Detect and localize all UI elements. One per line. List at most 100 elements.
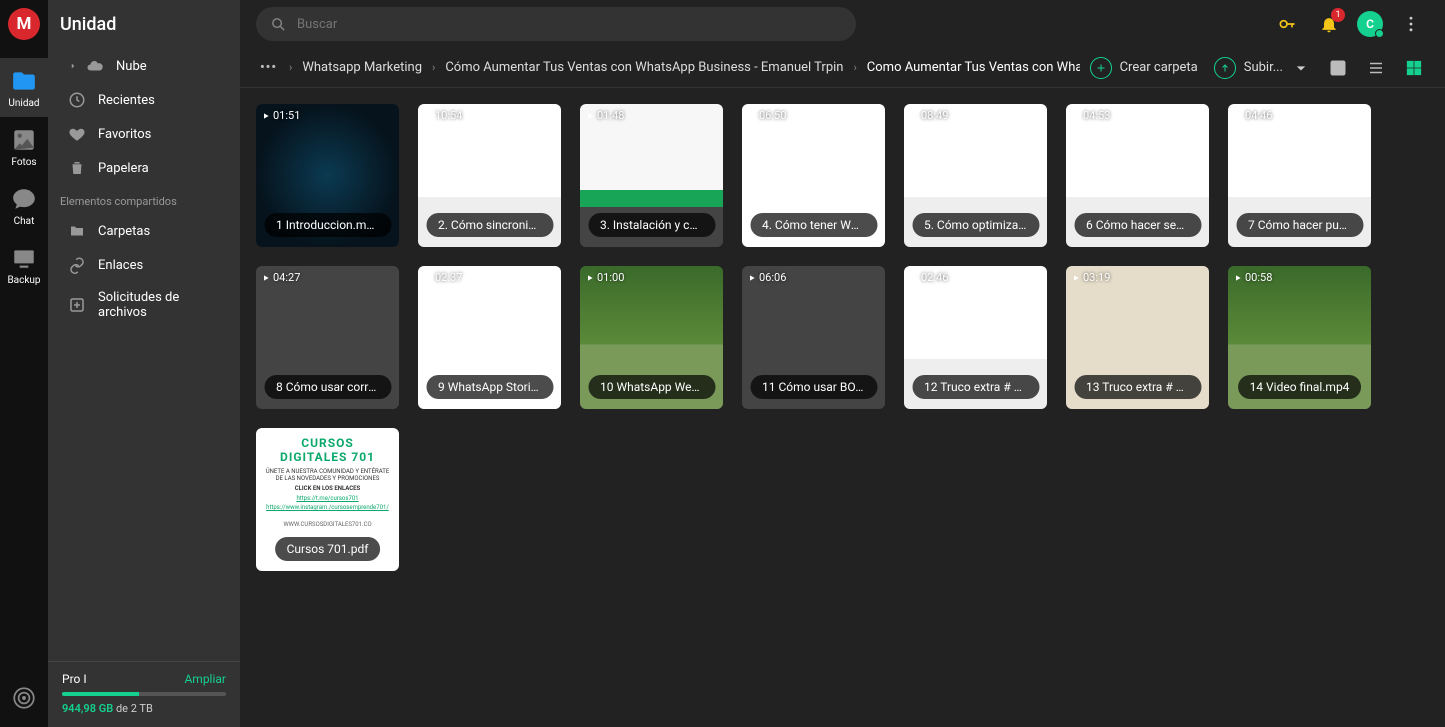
- sidebar-item-label: Recientes: [98, 93, 155, 108]
- file-duration: 06:06: [748, 271, 786, 284]
- user-avatar[interactable]: C: [1357, 11, 1383, 37]
- file-grid-container: 01:511 Introduccion.mp410:542. Cómo sinc…: [240, 88, 1445, 727]
- rail-item-label: Unidad: [8, 98, 39, 109]
- file-duration: 04:27: [262, 271, 300, 284]
- file-card[interactable]: 06:50 4. Cómo tener Whats...: [742, 104, 885, 247]
- file-card[interactable]: 01:483. Instalación y config...: [580, 104, 723, 247]
- trash-icon: [68, 159, 86, 177]
- chevron-down-icon: [1291, 58, 1311, 78]
- left-rail: M Unidad Fotos Chat Backup: [0, 0, 48, 727]
- file-card[interactable]: 04:536 Cómo hacer seguim...: [1066, 104, 1209, 247]
- more-vert-icon: [1401, 14, 1421, 34]
- upload-circle-icon: [1214, 57, 1236, 79]
- file-duration: 08:49: [910, 109, 948, 122]
- sidebar-item-label: Enlaces: [98, 258, 143, 273]
- storage-text: 944,98 GB de 2 TB: [62, 702, 226, 715]
- storage-plan: Pro I: [62, 672, 87, 686]
- sidebar-item-shared-folders[interactable]: Carpetas: [48, 214, 240, 248]
- file-duration: 02:46: [910, 271, 948, 284]
- file-name: 12 Truco extra # 1.mp4: [912, 375, 1039, 399]
- page-title: Unidad: [48, 0, 240, 49]
- sidebar-heading-shared: Elementos compartidos: [48, 185, 240, 214]
- list-icon: [1367, 59, 1385, 77]
- play-icon: [1072, 112, 1080, 120]
- storage-upgrade-link[interactable]: Ampliar: [184, 672, 226, 686]
- grid-icon: [1405, 59, 1423, 77]
- file-name: 10 WhatsApp Web lo ...: [588, 375, 715, 399]
- file-duration: 01:48: [586, 109, 624, 122]
- file-card[interactable]: 03:1913 Truco extra # 2.mp4: [1066, 266, 1209, 409]
- search-icon: [270, 16, 287, 33]
- sidebar-item-links[interactable]: Enlaces: [48, 248, 240, 282]
- file-card[interactable]: 08:495. Cómo optimizar tus...: [904, 104, 1047, 247]
- rail-item-backup[interactable]: Backup: [0, 235, 48, 294]
- file-grid: 01:511 Introduccion.mp410:542. Cómo sinc…: [256, 104, 1429, 571]
- file-card[interactable]: 02:379 WhatsApp Stories c...: [418, 266, 561, 409]
- play-icon: [424, 274, 432, 282]
- file-card[interactable]: 00:5814 Video final.mp4: [1228, 266, 1371, 409]
- chat-icon: [11, 186, 37, 212]
- chevron-right-icon: ›: [853, 61, 856, 74]
- sidebar-item-file-requests[interactable]: Solicitudes de archivos: [48, 282, 240, 328]
- breadcrumb-item[interactable]: Cómo Aumentar Tus Ventas con WhatsApp Bu…: [445, 60, 843, 75]
- file-name: 6 Cómo hacer seguim...: [1074, 213, 1201, 237]
- chevron-right-icon: ›: [432, 61, 435, 74]
- sidebar-item-trash[interactable]: Papelera: [48, 151, 240, 185]
- subbar: ••• › Whatsapp Marketing › Cómo Aumentar…: [240, 48, 1445, 88]
- app-logo[interactable]: M: [8, 8, 40, 40]
- file-duration: 01:51: [262, 109, 300, 122]
- topbar: 1 C: [240, 0, 1445, 48]
- play-icon: [1072, 274, 1080, 282]
- backup-icon: [11, 245, 37, 271]
- file-card[interactable]: CURSOSDIGITALES 701Únete a nuestra comun…: [256, 428, 399, 571]
- view-grid-button[interactable]: [1403, 57, 1425, 79]
- create-folder-button[interactable]: Crear carpeta: [1090, 57, 1198, 79]
- breadcrumb-overflow[interactable]: •••: [258, 60, 279, 75]
- clock-icon: [68, 91, 86, 109]
- search-box[interactable]: [256, 7, 856, 41]
- storage-widget: Pro I Ampliar 944,98 GB de 2 TB: [48, 661, 240, 727]
- image-icon: [1329, 59, 1347, 77]
- overflow-menu-button[interactable]: [1397, 10, 1425, 38]
- file-duration: 06:50: [748, 109, 786, 122]
- file-card[interactable]: 02:46 12 Truco extra # 1.mp4: [904, 266, 1047, 409]
- view-thumbnails-button[interactable]: [1327, 57, 1349, 79]
- notifications-badge: 1: [1331, 8, 1345, 22]
- key-icon: [1277, 14, 1297, 34]
- vpn-key-button[interactable]: [1273, 10, 1301, 38]
- file-name: 11 Cómo usar BOTS ...: [750, 375, 877, 399]
- upload-button[interactable]: Subir...: [1214, 57, 1311, 79]
- sidebar-item-label: Papelera: [98, 161, 149, 176]
- storage-bar: [62, 692, 226, 696]
- sidebar-item-favorites[interactable]: Favoritos: [48, 117, 240, 151]
- plus-circle-icon: [1090, 57, 1112, 79]
- rail-item-photos[interactable]: Fotos: [0, 117, 48, 176]
- search-input[interactable]: [297, 17, 842, 32]
- sidebar-item-cloud[interactable]: Nube: [48, 49, 240, 83]
- sidebar-item-label: Solicitudes de archivos: [98, 290, 228, 320]
- breadcrumb-item[interactable]: Como Aumentar Tus Ventas con WhatsApp: [867, 60, 1080, 75]
- sidebar-item-recents[interactable]: Recientes: [48, 83, 240, 117]
- file-card[interactable]: 01:511 Introduccion.mp4: [256, 104, 399, 247]
- file-card[interactable]: 04:467 Cómo hacer publici...: [1228, 104, 1371, 247]
- folder-icon: [11, 68, 37, 94]
- file-duration: 04:46: [1234, 109, 1272, 122]
- link-icon: [68, 256, 86, 274]
- file-name: 4. Cómo tener Whats...: [750, 213, 877, 237]
- breadcrumb-item[interactable]: Whatsapp Marketing: [302, 60, 422, 75]
- file-card[interactable]: 04:278 Cómo usar correcta...: [256, 266, 399, 409]
- play-icon: [748, 112, 756, 120]
- rail-settings[interactable]: [11, 685, 37, 715]
- rail-item-drive[interactable]: Unidad: [0, 58, 48, 117]
- rail-item-label: Backup: [7, 275, 40, 286]
- rail-item-chat[interactable]: Chat: [0, 176, 48, 235]
- file-card[interactable]: 06:06 11 Cómo usar BOTS ...: [742, 266, 885, 409]
- file-card[interactable]: 01:0010 WhatsApp Web lo ...: [580, 266, 723, 409]
- heart-icon: [68, 125, 86, 143]
- play-icon: [586, 112, 594, 120]
- play-icon: [424, 112, 432, 120]
- sidebar: Unidad Nube Recientes Favoritos Papelera…: [48, 0, 240, 727]
- notifications-button[interactable]: 1: [1315, 10, 1343, 38]
- view-list-button[interactable]: [1365, 57, 1387, 79]
- file-card[interactable]: 10:542. Cómo sincronizar y ...: [418, 104, 561, 247]
